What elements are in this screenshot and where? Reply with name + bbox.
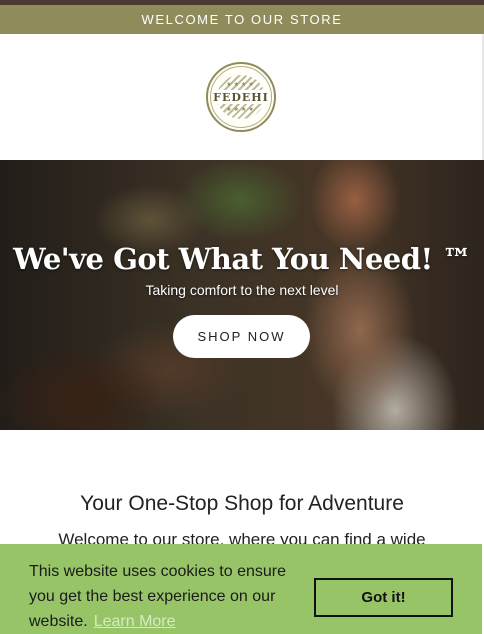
shop-now-button[interactable]: SHOP NOW — [173, 315, 310, 358]
announcement-bar: WELCOME TO OUR STORE — [0, 5, 484, 34]
hero-title: We've Got What You Need! ™ — [13, 242, 471, 276]
logo-ring: ★★★★ FEDEHI ★★★★ — [210, 66, 272, 128]
cookie-banner: This website uses cookies to ensure you … — [0, 544, 482, 634]
hero-banner: We've Got What You Need! ™ Taking comfor… — [0, 160, 484, 430]
logo-text: FEDEHI — [213, 90, 269, 104]
store-logo[interactable]: ★★★★ FEDEHI ★★★★ — [206, 62, 276, 132]
cookie-accept-button[interactable]: Got it! — [314, 578, 453, 617]
site-header: ★★★★ FEDEHI ★★★★ — [0, 34, 484, 160]
cookie-message-block: This website uses cookies to ensure you … — [29, 559, 311, 634]
announcement-text: WELCOME TO OUR STORE — [141, 12, 343, 27]
logo-stars-top: ★★★★ — [226, 82, 256, 88]
section-title: Your One-Stop Shop for Adventure — [80, 492, 404, 515]
learn-more-link[interactable]: Learn More — [94, 613, 176, 630]
hero-subtitle: Taking comfort to the next level — [145, 282, 339, 298]
logo-stars-bottom: ★★★★ — [226, 107, 256, 113]
